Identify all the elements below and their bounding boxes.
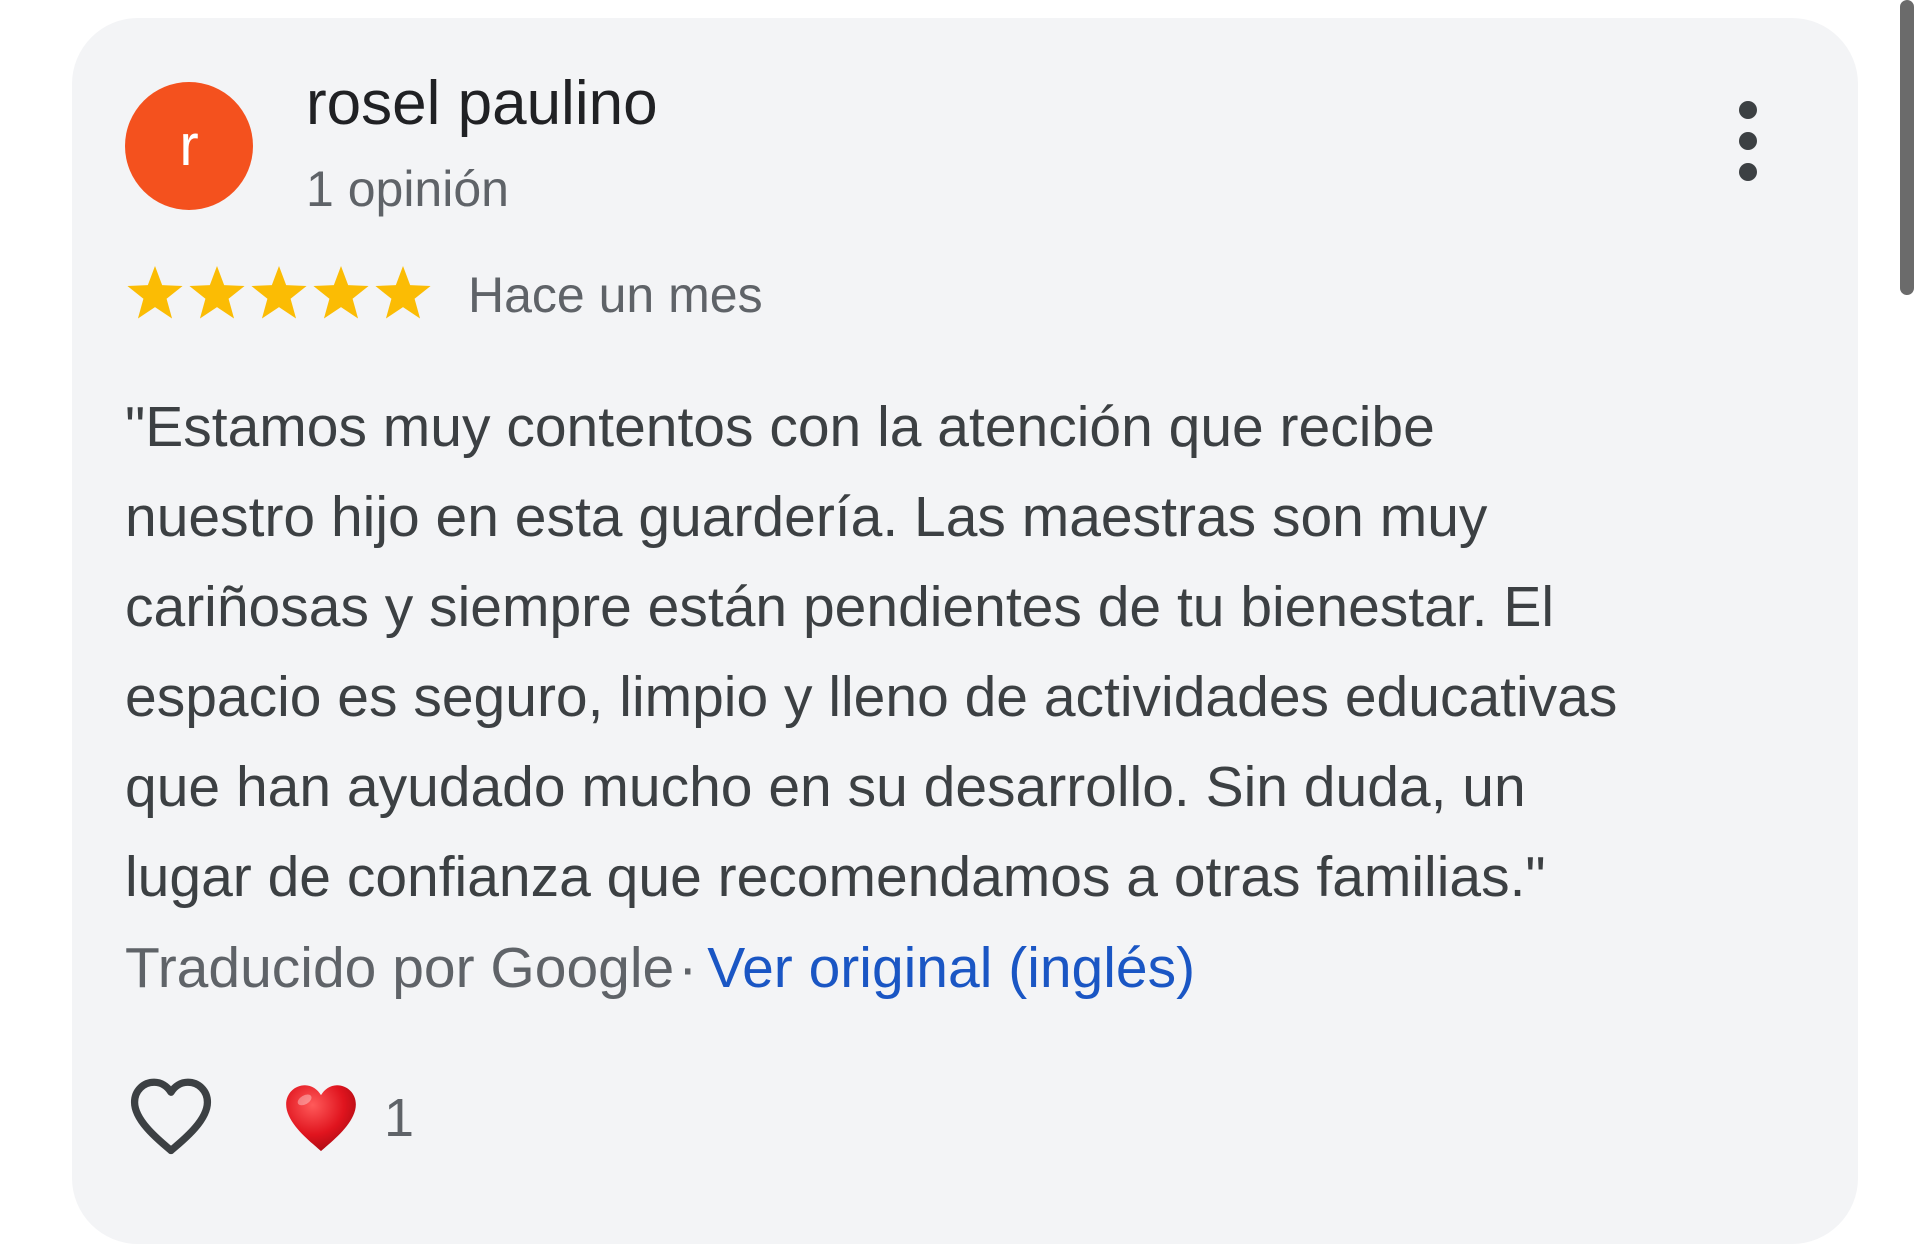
separator: · bbox=[678, 936, 698, 1000]
star-icon bbox=[251, 266, 307, 319]
review-text-line: lugar de confianza que recomendamos a ot… bbox=[125, 845, 1546, 909]
avatar[interactable]: r bbox=[125, 82, 253, 210]
translation-notice: Traducido por Google· Ver original (inglé… bbox=[125, 930, 1195, 1006]
review-count: 1 opinión bbox=[306, 161, 509, 217]
view-original-link[interactable]: Ver original (inglés) bbox=[707, 936, 1195, 1000]
translated-by-label: Traducido por Google bbox=[125, 936, 675, 1000]
red-heart-icon bbox=[286, 1085, 356, 1152]
review-text-line: cariñosas y siempre están pendientes de … bbox=[125, 575, 1555, 639]
more-vert-icon[interactable] bbox=[1716, 100, 1780, 182]
review-text-line: que han ayudado mucho en su desarrollo. … bbox=[125, 755, 1526, 819]
review-text-line: nuestro hijo en esta guardería. Las maes… bbox=[125, 485, 1488, 549]
scrollbar[interactable] bbox=[1900, 0, 1914, 295]
heart-outline-icon[interactable] bbox=[125, 1070, 217, 1162]
review-text-line: espacio es seguro, limpio y lleno de act… bbox=[125, 665, 1618, 729]
star-icon bbox=[127, 266, 183, 319]
star-icon bbox=[189, 266, 245, 319]
review-text-line: "Estamos muy contentos con la atención q… bbox=[125, 395, 1435, 459]
review-text: "Estamos muy contentos con la atención q… bbox=[125, 382, 1825, 922]
review-date: Hace un mes bbox=[468, 267, 763, 323]
star-rating bbox=[127, 266, 431, 319]
star-icon bbox=[313, 266, 369, 319]
star-icon bbox=[375, 266, 431, 319]
avatar-letter: r bbox=[179, 113, 199, 178]
author-name[interactable]: rosel paulino bbox=[306, 66, 658, 142]
reaction-count: 1 bbox=[384, 1088, 415, 1148]
